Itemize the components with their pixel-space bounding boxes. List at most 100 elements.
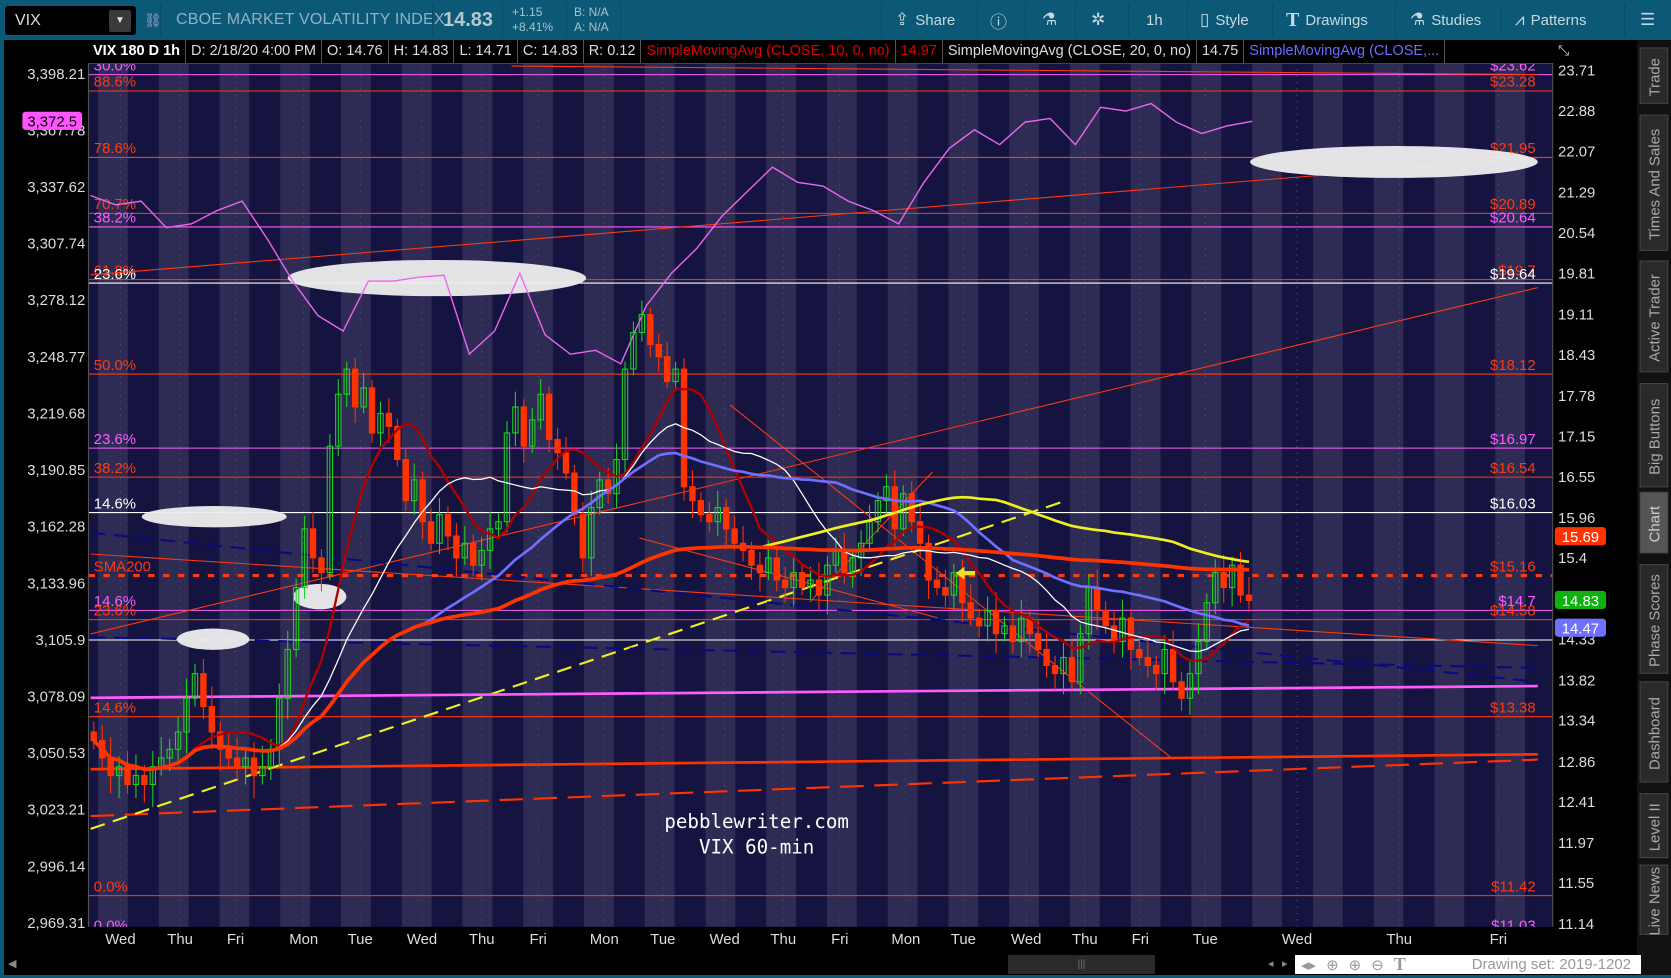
crosshair-icon[interactable]: ⊕ bbox=[1326, 956, 1339, 974]
scroll-left-icon[interactable]: ◀ bbox=[8, 955, 16, 974]
candle bbox=[1110, 625, 1118, 643]
side-tab-chart[interactable]: Chart bbox=[1639, 491, 1669, 554]
menu-button[interactable]: ☰ bbox=[1640, 0, 1655, 40]
right-axis-label: 20.54 bbox=[1558, 226, 1595, 242]
text-tool-icon[interactable]: T bbox=[1394, 954, 1406, 975]
candle bbox=[141, 775, 148, 786]
timeframe-button[interactable]: 1h bbox=[1146, 0, 1163, 40]
right-axis-label: 22.88 bbox=[1558, 104, 1595, 120]
scroll-left-small-icon[interactable]: ◂ bbox=[1268, 955, 1274, 974]
study-sma20[interactable]: SimpleMovingAvg (CLOSE, 20, 0, no) bbox=[943, 40, 1197, 63]
candle bbox=[706, 514, 713, 523]
side-tab-phase-scores[interactable]: Phase Scores bbox=[1639, 564, 1669, 674]
zoom-out-icon[interactable]: ⊖ bbox=[1371, 956, 1384, 974]
left-axis-label: 3,398.21 bbox=[27, 67, 85, 83]
study-sma3[interactable]: SimpleMovingAvg (CLOSE,... bbox=[1244, 40, 1446, 63]
side-tab-label: Times And Sales bbox=[1647, 129, 1663, 240]
side-tab-big-buttons[interactable]: Big Buttons bbox=[1639, 382, 1669, 488]
horizontal-scrollbar[interactable]: ◀ ||| ◂ ▸ bbox=[5, 955, 1295, 974]
candle bbox=[233, 757, 241, 768]
candle bbox=[663, 356, 671, 383]
side-tab-dashboard[interactable]: Dashboard bbox=[1639, 681, 1669, 783]
symbol-selector[interactable]: VIX ▼ bbox=[5, 6, 136, 35]
candle bbox=[309, 528, 317, 559]
sma200-badge: 15.69 bbox=[1562, 530, 1599, 546]
right-axis-label: 21.29 bbox=[1558, 185, 1595, 201]
drawing-set[interactable]: Drawing set: 2019-1202 bbox=[1472, 955, 1631, 974]
candle bbox=[942, 587, 949, 596]
patterns-button[interactable]: ⩘ Patterns bbox=[1515, 0, 1586, 40]
chevron-down-icon[interactable]: ▼ bbox=[109, 9, 131, 32]
text-t-icon: T bbox=[1286, 8, 1300, 31]
candle bbox=[773, 557, 780, 581]
candle bbox=[444, 514, 452, 537]
bar-open: O: 14.76 bbox=[322, 40, 389, 63]
side-tab-level-ii[interactable]: Level II bbox=[1639, 793, 1669, 859]
candle bbox=[1094, 587, 1101, 611]
level-left-label: 23.6% bbox=[94, 603, 136, 619]
candle bbox=[1102, 609, 1109, 627]
candle bbox=[545, 393, 553, 441]
flask-button[interactable]: ⚗ bbox=[1042, 0, 1057, 40]
info-button[interactable]: ⓘ bbox=[990, 0, 1007, 40]
candle bbox=[208, 706, 216, 733]
gear-icon: ✲ bbox=[1091, 10, 1106, 29]
sma-blue-badge: 14.47 bbox=[1562, 622, 1599, 638]
level-right-label: $18.12 bbox=[1490, 358, 1536, 374]
settings-button[interactable]: ✲ bbox=[1091, 0, 1105, 40]
scrollbar-thumb[interactable]: ||| bbox=[1008, 955, 1155, 974]
zoom-in-icon[interactable]: ⊕ bbox=[1349, 956, 1362, 974]
side-tab-active-trader[interactable]: Active Trader bbox=[1639, 260, 1669, 373]
bid: B: N/A bbox=[574, 5, 609, 19]
studies-button[interactable]: ⚗ Studies bbox=[1410, 0, 1481, 40]
x-tick-label: Thu bbox=[1072, 932, 1098, 948]
candle bbox=[318, 557, 325, 574]
study-sma10[interactable]: SimpleMovingAvg (CLOSE, 10, 0, no) bbox=[641, 40, 896, 63]
level-right-label: $16.54 bbox=[1490, 461, 1536, 477]
candle bbox=[748, 549, 755, 566]
level-left-label: 23.6% bbox=[94, 432, 136, 448]
level-right-label: $16.03 bbox=[1490, 496, 1536, 512]
right-axis-label: 11.14 bbox=[1558, 917, 1594, 933]
candle bbox=[200, 673, 207, 708]
x-tick-label: Wed bbox=[105, 932, 135, 948]
x-tick-label: Mon bbox=[590, 932, 619, 948]
candle bbox=[697, 500, 705, 516]
candle bbox=[798, 572, 806, 589]
candle bbox=[1220, 572, 1227, 589]
pan-icon[interactable]: ◂▸ bbox=[1301, 956, 1316, 974]
candle bbox=[722, 507, 730, 530]
level-left-label: SMA200 bbox=[94, 559, 151, 575]
side-tab-label: Chart bbox=[1647, 505, 1663, 542]
x-tick-label: Mon bbox=[891, 932, 920, 948]
collapse-studies-icon[interactable]: ⤡ bbox=[1558, 42, 1569, 59]
level-right-label: $16.97 bbox=[1490, 432, 1536, 448]
x-tick-label: Tue bbox=[650, 932, 675, 948]
flask-icon: ⚗ bbox=[1042, 10, 1058, 29]
left-axis-label: 2,969.31 bbox=[27, 916, 85, 932]
style-button[interactable]: ▯ Style bbox=[1200, 0, 1249, 40]
symbol-input[interactable]: VIX bbox=[5, 12, 109, 30]
right-axis-label: 19.11 bbox=[1558, 307, 1594, 323]
left-axis-label: 3,190.85 bbox=[27, 463, 85, 479]
side-tab-live-news[interactable]: Live News bbox=[1639, 864, 1669, 936]
candle bbox=[520, 406, 528, 447]
left-axis-label: 3,219.68 bbox=[27, 406, 85, 422]
drawings-button[interactable]: T Drawings bbox=[1286, 0, 1368, 40]
candle bbox=[470, 542, 477, 566]
side-tabs[interactable]: Trade Times And Sales Active Trader Big But… bbox=[1636, 40, 1671, 978]
studies-label: Studies bbox=[1431, 11, 1482, 29]
scroll-right-icon[interactable]: ▸ bbox=[1282, 955, 1288, 974]
level-right-label: $15.16 bbox=[1490, 559, 1536, 575]
side-tab-times-and-sales[interactable]: Times And Sales bbox=[1639, 114, 1669, 251]
bottom-bar: ◀ ||| ◂ ▸ ◂▸ ⊕ ⊕ ⊖ T Drawing set: 2019-1… bbox=[5, 954, 1641, 975]
window-border bbox=[0, 40, 4, 978]
list-icon: ☰ bbox=[1640, 10, 1656, 29]
x-tick-label: Thu bbox=[167, 932, 193, 948]
candle bbox=[225, 748, 232, 759]
side-tab-trade[interactable]: Trade bbox=[1639, 47, 1669, 104]
candle bbox=[419, 479, 426, 523]
price-chart[interactable]: 30.0% $23.6288.6% $23.2878.6% $21.9570.7% $2… bbox=[0, 0, 1671, 978]
plot-area[interactable]: 30.0% $23.6288.6% $23.2878.6% $21.9570.7% $2… bbox=[88, 58, 1553, 935]
share-button[interactable]: ⇪ Share bbox=[895, 0, 955, 40]
